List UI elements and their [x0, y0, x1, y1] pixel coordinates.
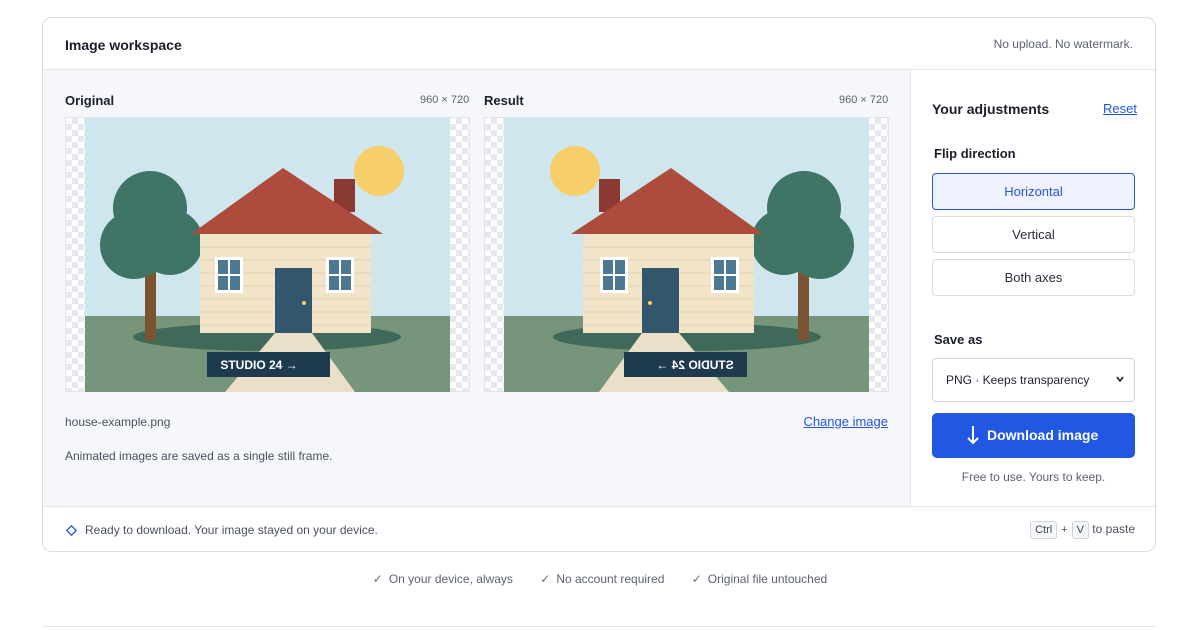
- feature-item: ✓ No account required: [540, 572, 665, 586]
- adjustments-title: Your adjustments: [932, 101, 1050, 117]
- result-preview: STUDIO 24 →: [484, 117, 889, 392]
- feature-item: ✓ On your device, always: [372, 572, 513, 586]
- check-icon: ✓: [691, 572, 702, 586]
- flip-both-button[interactable]: Both axes: [932, 259, 1135, 296]
- animated-note: Animated images are saved as a single st…: [65, 449, 333, 463]
- download-button[interactable]: Download image: [932, 413, 1135, 458]
- format-select-value: PNG · Keeps transparency: [946, 373, 1090, 387]
- sign-text: STUDIO 24 →: [220, 358, 297, 372]
- check-icon: ✓: [540, 572, 551, 586]
- free-note: Free to use. Yours to keep.: [961, 470, 1106, 484]
- result-label: Result: [484, 93, 524, 108]
- diamond-icon: [66, 525, 77, 536]
- workspace-title: Image workspace: [65, 37, 182, 53]
- chevron-down-icon: [1116, 376, 1124, 383]
- flip-direction-label: Flip direction: [934, 146, 1016, 161]
- flip-vertical-button[interactable]: Vertical: [932, 216, 1135, 253]
- feature-list: ✓ On your device, always ✓ No account requ…: [0, 572, 1200, 586]
- sign-text-mirrored: STUDIO 24 →: [656, 358, 733, 372]
- house-image: STUDIO 24 →: [85, 118, 450, 392]
- v-key: V: [1071, 521, 1089, 539]
- result-dims: 960 × 720: [839, 94, 889, 106]
- check-icon: ✓: [372, 572, 383, 586]
- house-image-flipped: STUDIO 24 →: [504, 118, 869, 392]
- footer-divider: [42, 626, 1156, 627]
- paste-label: to paste: [1092, 522, 1135, 536]
- adjustments-panel: Your adjustments Reset Flip direction Ho…: [912, 70, 1155, 506]
- plus-sign: +: [1061, 524, 1068, 536]
- reset-link[interactable]: Reset: [1103, 101, 1137, 116]
- feature-item: ✓ Original file untouched: [691, 572, 828, 586]
- download-button-label: Download image: [987, 427, 1099, 443]
- file-name: house-example.png: [65, 415, 171, 429]
- download-arrow-icon: [967, 426, 979, 445]
- change-image-link[interactable]: Change image: [803, 414, 888, 429]
- format-select[interactable]: PNG · Keeps transparency: [932, 358, 1135, 402]
- original-dims: 960 × 720: [420, 94, 470, 106]
- image-workspace-card: Image workspace No upload. No watermark.…: [42, 17, 1156, 552]
- save-as-label: Save as: [934, 332, 983, 347]
- flip-horizontal-button[interactable]: Horizontal: [932, 173, 1135, 210]
- status-bar: Ready to download. Your image stayed on …: [43, 506, 1155, 551]
- original-preview: STUDIO 24 →: [65, 117, 470, 392]
- ctrl-key: Ctrl: [1030, 521, 1058, 539]
- original-label: Original: [65, 93, 115, 108]
- privacy-note: No upload. No watermark.: [993, 37, 1133, 51]
- preview-area: Original 960 × 720 Result 960 × 720 STUD…: [43, 70, 911, 506]
- paste-shortcut: Ctrl + V to paste: [1030, 521, 1135, 539]
- card-header: Image workspace No upload. No watermark.: [43, 18, 1155, 70]
- status-text: Ready to download. Your image stayed on …: [85, 523, 378, 537]
